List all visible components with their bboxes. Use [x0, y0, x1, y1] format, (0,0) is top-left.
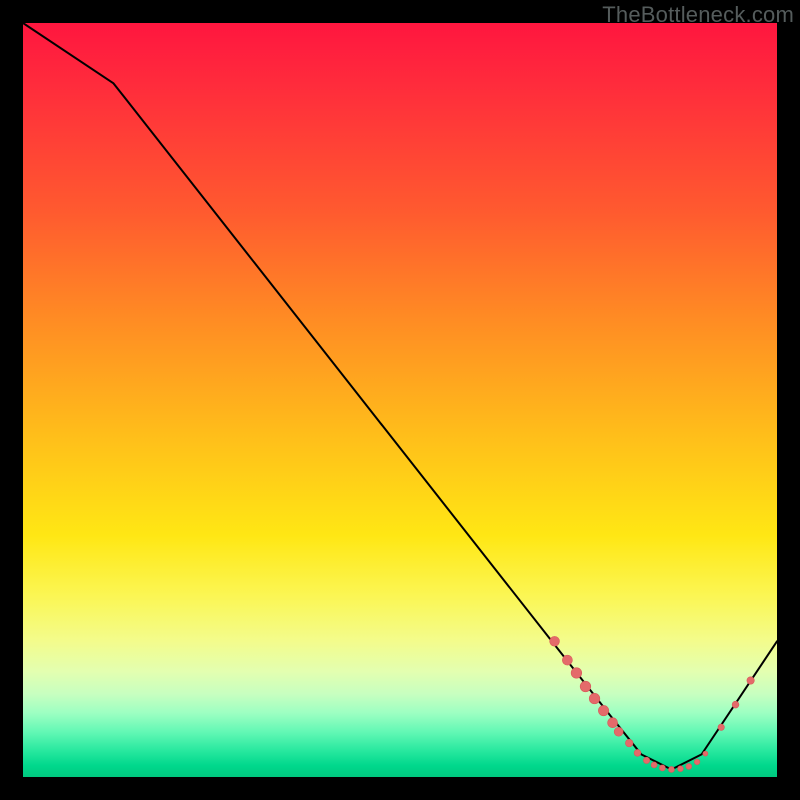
- chart-svg: [23, 23, 777, 777]
- watermark-text: TheBottleneck.com: [602, 2, 794, 28]
- chart-marker: [651, 762, 657, 768]
- chart-marker: [694, 759, 700, 765]
- chart-marker: [571, 668, 582, 679]
- chart-marker: [686, 764, 692, 770]
- chart-plot-area: [23, 23, 777, 777]
- chart-marker: [703, 751, 708, 756]
- chart-marker: [614, 727, 623, 736]
- chart-marker: [589, 693, 600, 704]
- chart-marker: [634, 749, 641, 756]
- chart-marker: [678, 766, 684, 772]
- chart-marker: [732, 701, 739, 708]
- chart-marker: [562, 655, 572, 665]
- chart-marker: [643, 757, 649, 763]
- chart-marker: [608, 718, 618, 728]
- chart-line-curve: [23, 23, 777, 769]
- chart-marker: [580, 681, 591, 692]
- chart-marker: [598, 705, 608, 715]
- chart-markers: [550, 636, 755, 772]
- chart-frame: TheBottleneck.com: [0, 0, 800, 800]
- chart-marker: [668, 766, 674, 772]
- chart-marker: [659, 765, 665, 771]
- chart-marker: [718, 724, 724, 730]
- chart-marker: [550, 636, 560, 646]
- chart-marker: [747, 677, 754, 684]
- chart-marker: [625, 739, 633, 747]
